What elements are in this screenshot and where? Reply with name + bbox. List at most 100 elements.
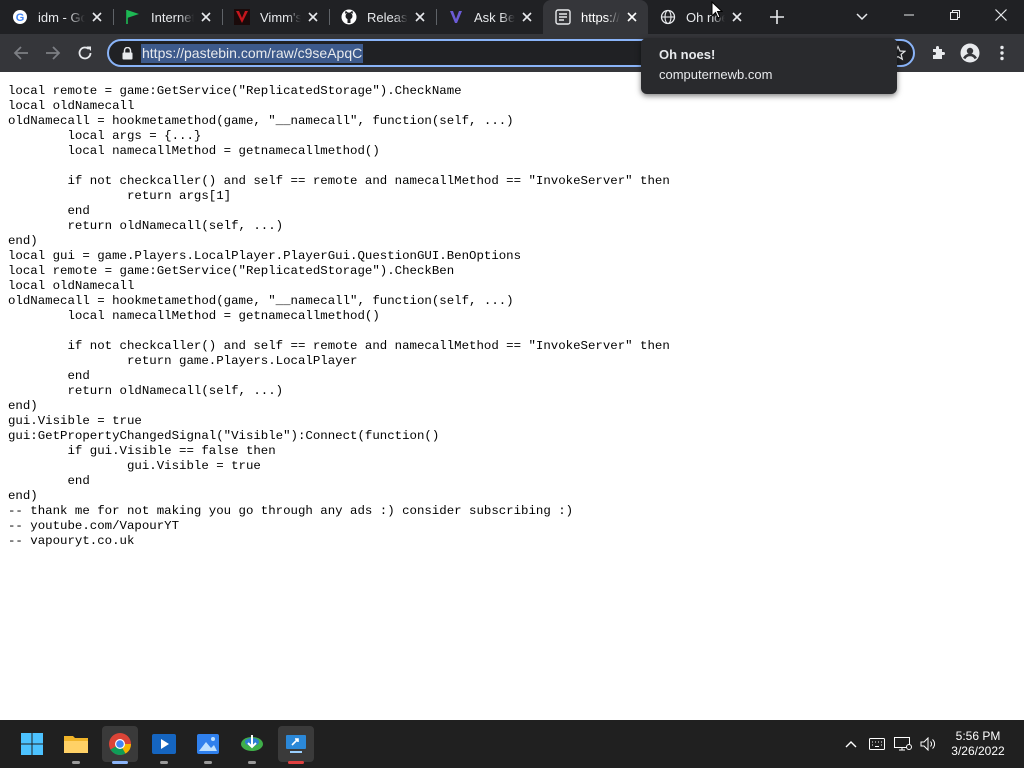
tab-title: Vimm's Lair xyxy=(260,9,301,25)
tab-google-search[interactable]: G idm - Google Search xyxy=(0,0,113,34)
tab-vimms-lair[interactable]: Vimm's Lair xyxy=(222,0,329,34)
idm-icon xyxy=(241,735,263,751)
address-url[interactable]: https://pastebin.com/raw/c9seApqC xyxy=(141,43,364,63)
start-button[interactable] xyxy=(14,726,50,762)
restore-button[interactable] xyxy=(932,0,978,30)
remote-desktop-icon xyxy=(286,735,306,753)
code-line: local remote = game:GetService("Replicat… xyxy=(8,264,455,278)
tab-pastebin-raw[interactable]: https://pastebin.com/raw/c9seApqC xyxy=(543,0,648,34)
running-indicator xyxy=(288,761,304,764)
close-window-button[interactable] xyxy=(978,0,1024,30)
mouse-cursor-icon xyxy=(711,1,723,19)
back-button[interactable] xyxy=(5,37,37,69)
photos-button[interactable] xyxy=(190,726,226,764)
speaker-icon xyxy=(920,737,935,751)
tab-title: idm - Google Search xyxy=(38,9,85,25)
new-tab-button[interactable] xyxy=(763,3,791,31)
file-explorer-button[interactable] xyxy=(58,726,94,764)
tab-hover-card: Oh noes! computernewb.com xyxy=(641,38,897,94)
code-line: local namecallMethod = getnamecallmethod… xyxy=(8,144,380,158)
start-icon xyxy=(21,733,43,755)
code-line: end xyxy=(8,204,90,218)
arrow-left-icon xyxy=(13,46,28,60)
close-tab-icon[interactable] xyxy=(89,9,105,25)
code-line: gui.Visible = true xyxy=(8,459,261,473)
code-line: local oldNamecall xyxy=(8,279,135,293)
tab-title: Releases xyxy=(367,9,408,25)
code-line: oldNamecall = hookmetamethod(game, "__na… xyxy=(8,294,514,308)
hover-card-title: Oh noes! xyxy=(659,47,716,62)
raw-paste-text: local remote = game:GetService("Replicat… xyxy=(8,84,670,549)
extensions-button[interactable] xyxy=(922,37,954,69)
close-tab-icon[interactable] xyxy=(624,9,640,25)
show-hidden-icons-button[interactable] xyxy=(838,729,864,759)
idm-button[interactable] xyxy=(234,726,270,764)
profile-button[interactable] xyxy=(954,37,986,69)
code-line: -- vapouryt.co.uk xyxy=(8,534,135,548)
toolbar-right xyxy=(922,37,1018,69)
volume-button[interactable] xyxy=(916,729,942,759)
vimm-icon xyxy=(234,9,250,25)
close-icon xyxy=(995,9,1007,21)
kebab-menu-icon xyxy=(1000,45,1004,61)
code-line: return oldNamecall(self, ...) xyxy=(8,384,284,398)
network-button[interactable] xyxy=(890,729,916,759)
system-tray: 5:56 PM 3/26/2022 xyxy=(838,720,1024,768)
media-player-button[interactable] xyxy=(146,726,182,764)
code-line: local remote = game:GetService("Replicat… xyxy=(8,84,462,98)
tab-title: Internet Download Manager xyxy=(151,9,194,25)
tab-oh-noes[interactable]: Oh noes! xyxy=(648,0,753,34)
media-player-icon xyxy=(152,734,176,754)
tab-list: G idm - Google Search Internet Download … xyxy=(0,0,791,34)
plus-icon xyxy=(770,10,784,24)
clock-date: 3/26/2022 xyxy=(951,744,1005,758)
file-explorer-icon xyxy=(64,736,88,753)
code-line: end xyxy=(8,369,90,383)
tab-internet-download-manager[interactable]: Internet Download Manager xyxy=(113,0,222,34)
svg-text:G: G xyxy=(16,12,25,24)
taskbar: 5:56 PM 3/26/2022 xyxy=(0,720,1024,768)
reload-button[interactable] xyxy=(69,37,101,69)
code-line: if not checkcaller() and self == remote … xyxy=(8,339,670,353)
code-line: end) xyxy=(8,234,38,248)
forward-button[interactable] xyxy=(37,37,69,69)
tab-search-button[interactable] xyxy=(850,5,874,29)
code-line: if not checkcaller() and self == remote … xyxy=(8,174,670,188)
code-line: -- thank me for not making you go throug… xyxy=(8,504,574,518)
green-flag-icon xyxy=(125,9,141,25)
code-line: return args[1] xyxy=(8,189,232,203)
close-tab-icon[interactable] xyxy=(519,9,535,25)
close-tab-icon[interactable] xyxy=(198,9,214,25)
taskbar-clock[interactable]: 5:56 PM 3/26/2022 xyxy=(942,729,1014,759)
code-line: if gui.Visible == false then xyxy=(8,444,276,458)
network-icon xyxy=(894,737,912,751)
remote-desktop-button[interactable] xyxy=(278,726,314,764)
close-tab-icon[interactable] xyxy=(412,9,428,25)
tab-ask-ben[interactable]: Ask Ben xyxy=(436,0,543,34)
arrow-right-icon xyxy=(46,46,61,60)
code-line: oldNamecall = hookmetamethod(game, "__na… xyxy=(8,114,514,128)
restore-icon xyxy=(950,10,960,20)
code-line: gui:GetPropertyChangedSignal("Visible"):… xyxy=(8,429,440,443)
code-line: gui.Visible = true xyxy=(8,414,142,428)
chevron-up-icon xyxy=(845,741,857,748)
close-tab-icon[interactable] xyxy=(729,9,745,25)
close-tab-icon[interactable] xyxy=(305,9,321,25)
tab-github-releases[interactable]: Releases xyxy=(329,0,436,34)
minimize-button[interactable] xyxy=(886,0,932,30)
menu-button[interactable] xyxy=(986,37,1018,69)
code-line: end) xyxy=(8,489,38,503)
code-line: local gui = game.Players.LocalPlayer.Pla… xyxy=(8,249,522,263)
running-indicator xyxy=(204,761,212,764)
globe-icon xyxy=(660,9,676,25)
code-line: end) xyxy=(8,399,38,413)
running-indicator xyxy=(248,761,256,764)
code-line: local oldNamecall xyxy=(8,99,135,113)
code-line: end xyxy=(8,474,90,488)
github-icon xyxy=(341,9,357,25)
lock-icon[interactable] xyxy=(119,46,135,60)
running-indicator xyxy=(72,761,80,764)
keyboard-input-button[interactable] xyxy=(864,729,890,759)
chrome-button[interactable] xyxy=(102,726,138,764)
